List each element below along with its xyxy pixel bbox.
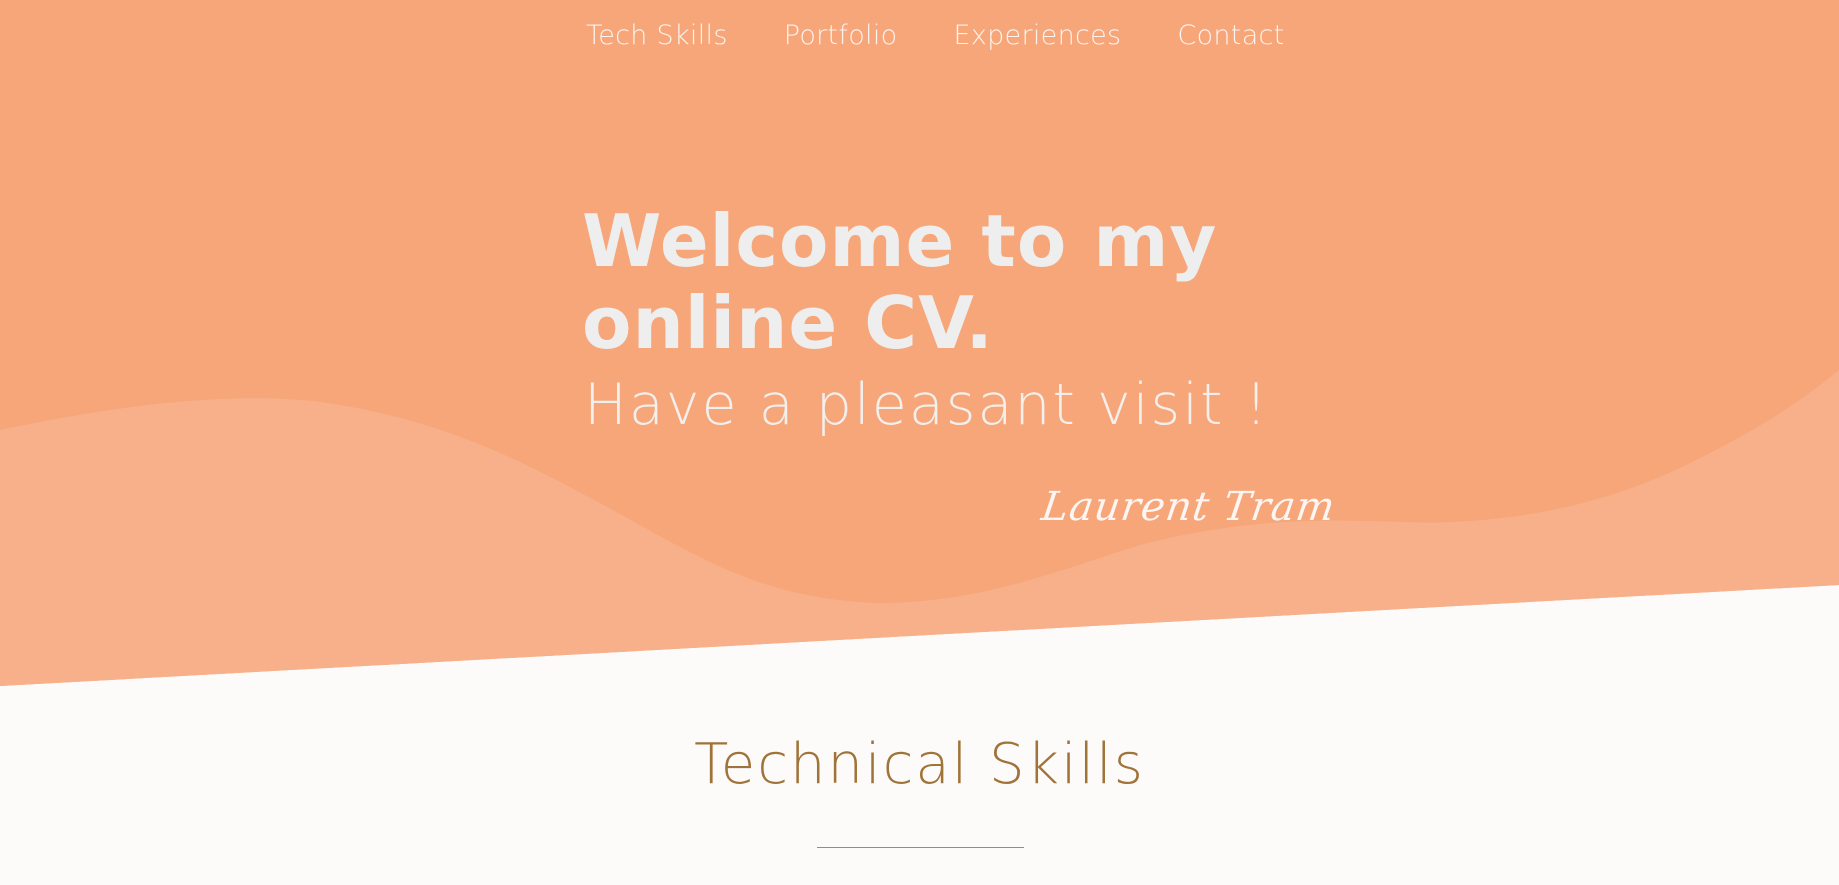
- hero-title-line-1: Welcome to my: [582, 199, 1218, 283]
- main-nav: Tech Skills Portfolio Experiences Contac…: [586, 20, 1341, 51]
- nav-item-tech-skills[interactable]: Tech Skills: [586, 20, 728, 51]
- nav-item-experiences[interactable]: Experiences: [953, 20, 1121, 51]
- hero-subtitle: Have a pleasant visit !: [584, 372, 1270, 438]
- signature: Laurent Tram: [1038, 484, 1339, 530]
- section-title-technical-skills: Technical Skills: [694, 732, 1145, 797]
- nav-item-contact[interactable]: Contact: [1177, 20, 1284, 51]
- hero-title-line-2: online CV.: [582, 281, 994, 365]
- nav-item-portfolio[interactable]: Portfolio: [784, 20, 898, 51]
- hero-title: Welcome to my online CV.: [582, 200, 1282, 364]
- section-divider: [817, 847, 1024, 848]
- page: Tech Skills Portfolio Experiences Contac…: [0, 0, 1839, 885]
